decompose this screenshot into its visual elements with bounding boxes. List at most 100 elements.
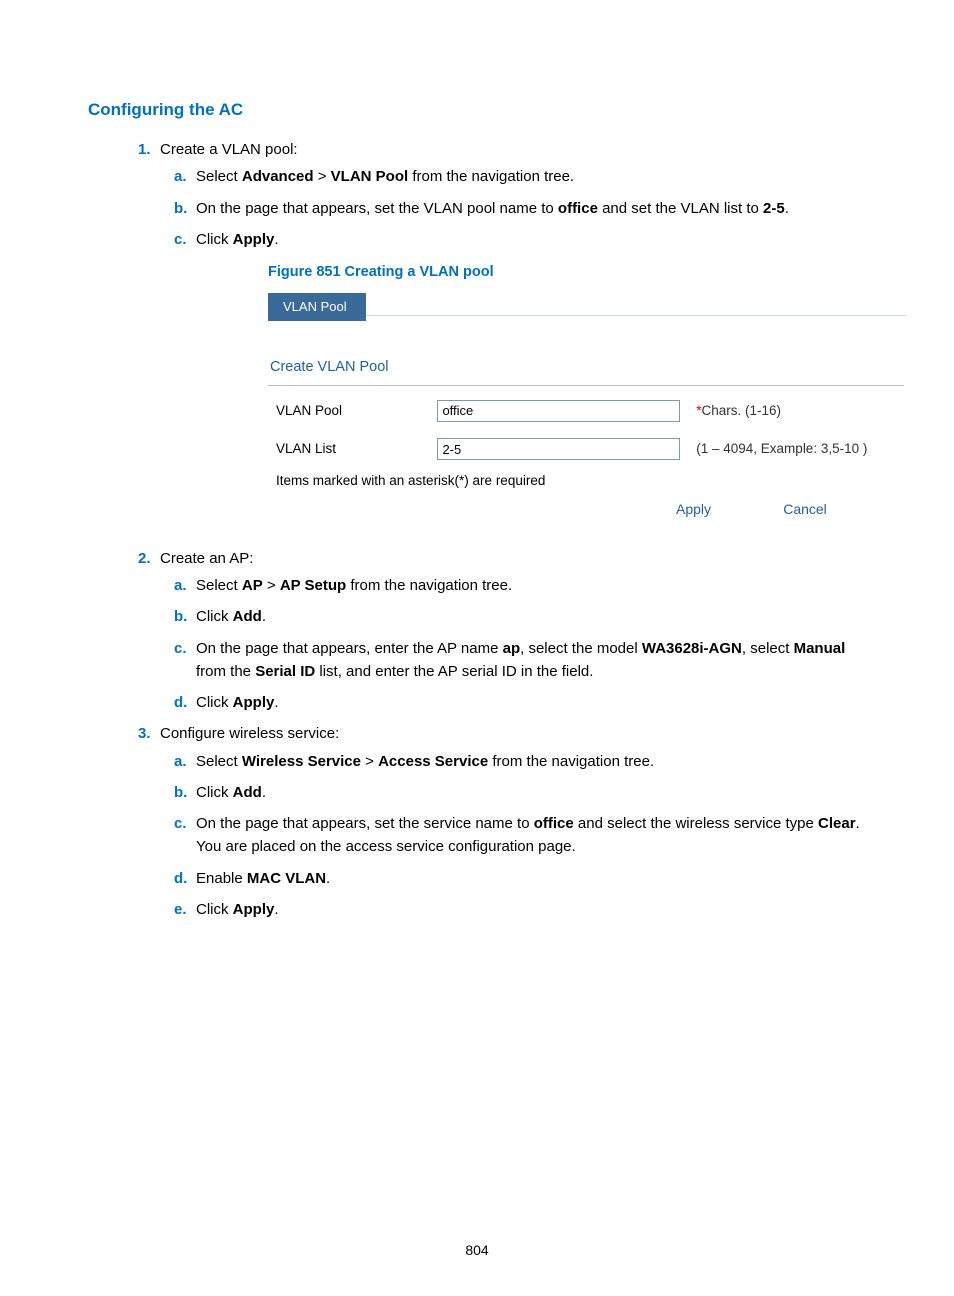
bold: office — [534, 815, 574, 832]
step-3a: a. Select Wireless Service > Access Serv… — [196, 750, 864, 773]
required-note: Items marked with an asterisk(*) are req… — [276, 471, 908, 492]
step-3e: e. Click Apply. — [196, 898, 864, 921]
bold: Manual — [794, 640, 846, 657]
step-1c: c. Click Apply. — [196, 228, 864, 251]
bold: office — [558, 200, 598, 217]
text: . — [274, 694, 278, 711]
cancel-button[interactable]: Cancel — [783, 501, 827, 517]
step-3-marker: 3. — [138, 722, 151, 745]
bold: Access Service — [378, 753, 488, 770]
step-1b-marker: b. — [174, 197, 187, 220]
step-2c: c. On the page that appears, enter the A… — [196, 637, 864, 684]
hint-vlan-list: (1 – 4094, Example: 3,5-10 ) — [688, 430, 904, 468]
bold: Add — [233, 784, 262, 801]
tab-row: VLAN Pool — [268, 293, 906, 316]
text: from the navigation tree. — [408, 168, 574, 185]
step-3c-marker: c. — [174, 812, 187, 835]
step-1-text: Create a VLAN pool: — [160, 141, 298, 158]
bold: Wireless Service — [242, 753, 361, 770]
label-vlan-list: VLAN List — [268, 430, 429, 468]
text: Select — [196, 577, 242, 594]
input-vlan-pool[interactable] — [437, 400, 680, 422]
bold: ap — [503, 640, 521, 657]
step-3e-marker: e. — [174, 898, 187, 921]
divider — [268, 385, 904, 386]
text: and set the VLAN list to — [598, 200, 763, 217]
panel-subhead: Create VLAN Pool — [270, 356, 908, 378]
step-3b-marker: b. — [174, 781, 187, 804]
tab-vlan-pool[interactable]: VLAN Pool — [268, 293, 366, 320]
text: Click — [196, 784, 233, 801]
text: Click — [196, 608, 233, 625]
text: > — [314, 168, 331, 185]
button-row: Apply Cancel — [268, 498, 904, 521]
hint-text: Chars. (1-16) — [702, 403, 782, 418]
row-vlan-pool: VLAN Pool *Chars. (1-16) — [268, 392, 904, 430]
text: . — [262, 784, 266, 801]
bold: Clear — [818, 815, 856, 832]
step-1c-marker: c. — [174, 228, 187, 251]
bold: Serial ID — [255, 663, 315, 680]
text: Select — [196, 168, 242, 185]
apply-button[interactable]: Apply — [676, 501, 711, 517]
step-2-marker: 2. — [138, 547, 151, 570]
bold: VLAN Pool — [331, 168, 409, 185]
step-1: 1. Create a VLAN pool: a. Select Advance… — [160, 138, 864, 521]
step-1a: a. Select Advanced > VLAN Pool from the … — [196, 165, 864, 188]
input-vlan-list[interactable] — [437, 438, 680, 460]
row-vlan-list: VLAN List (1 – 4094, Example: 3,5-10 ) — [268, 430, 904, 468]
step-3-text: Configure wireless service: — [160, 725, 339, 742]
text: On the page that appears, set the VLAN p… — [196, 200, 558, 217]
text: list, and enter the AP serial ID in the … — [315, 663, 593, 680]
bold: Add — [233, 608, 262, 625]
step-1-marker: 1. — [138, 138, 151, 161]
section-heading: Configuring the AC — [88, 100, 864, 120]
text: from the navigation tree. — [346, 577, 512, 594]
step-3a-marker: a. — [174, 750, 187, 773]
bold: WA3628i-AGN — [642, 640, 742, 657]
bold: 2-5 — [763, 200, 785, 217]
text: Select — [196, 753, 242, 770]
text: Click — [196, 901, 233, 918]
text: Click — [196, 694, 233, 711]
bold: AP — [242, 577, 263, 594]
bold: Apply — [233, 231, 275, 248]
figure-title: Figure 851 Creating a VLAN pool — [268, 261, 862, 283]
text: Click — [196, 231, 233, 248]
form-table: VLAN Pool *Chars. (1-16) VLAN List — [268, 392, 904, 469]
step-2d-marker: d. — [174, 691, 187, 714]
vlan-pool-panel: VLAN Pool Create VLAN Pool VLAN Pool *Ch… — [268, 293, 908, 520]
step-2b-marker: b. — [174, 605, 187, 628]
text: > — [263, 577, 280, 594]
step-3d-marker: d. — [174, 867, 187, 890]
bold: MAC VLAN — [247, 870, 326, 887]
step-1a-marker: a. — [174, 165, 187, 188]
step-2c-marker: c. — [174, 637, 187, 660]
step-3d: d. Enable MAC VLAN. — [196, 867, 864, 890]
step-2a: a. Select AP > AP Setup from the navigat… — [196, 574, 864, 597]
text: . — [274, 901, 278, 918]
step-2b: b. Click Add. — [196, 605, 864, 628]
hint-vlan-pool: *Chars. (1-16) — [688, 392, 904, 430]
step-2a-marker: a. — [174, 574, 187, 597]
bold: Apply — [233, 901, 275, 918]
step-3b: b. Click Add. — [196, 781, 864, 804]
text: On the page that appears, set the servic… — [196, 815, 534, 832]
step-3: 3. Configure wireless service: a. Select… — [160, 722, 864, 921]
page-number: 804 — [0, 1242, 954, 1258]
text: from the — [196, 663, 255, 680]
text: > — [361, 753, 378, 770]
text: . — [262, 608, 266, 625]
label-vlan-pool: VLAN Pool — [268, 392, 429, 430]
text: , select — [742, 640, 794, 657]
step-1b: b. On the page that appears, set the VLA… — [196, 197, 864, 220]
text: . — [274, 231, 278, 248]
step-2-text: Create an AP: — [160, 550, 253, 567]
bold: Apply — [233, 694, 275, 711]
text: from the navigation tree. — [488, 753, 654, 770]
text: Enable — [196, 870, 247, 887]
bold: Advanced — [242, 168, 314, 185]
text: and select the wireless service type — [574, 815, 818, 832]
text: On the page that appears, enter the AP n… — [196, 640, 503, 657]
text: . — [785, 200, 789, 217]
